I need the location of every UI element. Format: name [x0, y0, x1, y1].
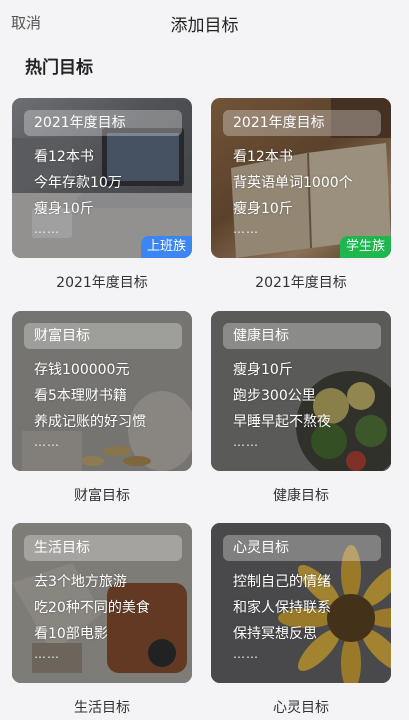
goal-item: 看12本书 — [34, 149, 94, 165]
goal-card[interactable]: 心灵目标 控制自己的情绪 和家人保持联系 保持冥想反思 …… — [211, 523, 391, 683]
goal-item: 看12本书 — [233, 149, 293, 165]
card-caption: 心灵目标 — [273, 700, 329, 716]
card-caption: 健康目标 — [273, 488, 329, 504]
card-caption: 生活目标 — [74, 700, 130, 716]
goal-template-annual-student: 2021年度目标 看12本书 背英语单词1000个 瘦身10斤 …… 学生族 2… — [211, 98, 391, 292]
goal-template-mind: 心灵目标 控制自己的情绪 和家人保持联系 保持冥想反思 …… 心灵目标 — [211, 523, 391, 717]
goal-item: 保持冥想反思 — [233, 626, 317, 642]
card-caption: 2021年度目标 — [255, 275, 347, 291]
goal-item: 养成记账的好习惯 — [34, 414, 146, 430]
goal-card[interactable]: 健康目标 瘦身10斤 跑步300公里 早睡早起不熬夜 …… — [211, 311, 391, 471]
goal-category-chip: 心灵目标 — [223, 535, 381, 561]
card-caption: 2021年度目标 — [56, 275, 148, 291]
card-caption: 财富目标 — [74, 488, 130, 504]
goal-item: 瘦身10斤 — [233, 362, 293, 378]
more-ellipsis: …… — [34, 222, 60, 236]
goal-template-life: 生活目标 去3个地方旅游 吃20种不同的美食 看10部电影 …… 生活目标 — [12, 523, 192, 717]
section-title-popular-goals: 热门目标 — [25, 58, 93, 78]
goal-item: 去3个地方旅游 — [34, 574, 127, 590]
more-ellipsis: …… — [233, 435, 259, 449]
add-goal-page: 取消 添加目标 热门目标 2021年度目标 看12本书 今年存款10万 瘦身10… — [0, 0, 409, 720]
goal-item: 存钱100000元 — [34, 362, 130, 378]
goal-card[interactable]: 财富目标 存钱100000元 看5本理财书籍 养成记账的好习惯 …… — [12, 311, 192, 471]
audience-badge: 学生族 — [339, 236, 391, 258]
goal-card[interactable]: 生活目标 去3个地方旅游 吃20种不同的美食 看10部电影 …… — [12, 523, 192, 683]
goal-item: 早睡早起不熬夜 — [233, 414, 331, 430]
goal-item: 瘦身10斤 — [34, 201, 94, 217]
page-title: 添加目标 — [170, 16, 239, 36]
goal-item: 吃20种不同的美食 — [34, 600, 150, 616]
goal-item: 看5本理财书籍 — [34, 388, 127, 404]
goal-category-chip: 2021年度目标 — [24, 110, 182, 136]
audience-badge: 上班族 — [140, 236, 192, 258]
goal-template-wealth: 财富目标 存钱100000元 看5本理财书籍 养成记账的好习惯 …… 财富目标 — [12, 311, 192, 505]
goal-template-health: 健康目标 瘦身10斤 跑步300公里 早睡早起不熬夜 …… 健康目标 — [211, 311, 391, 505]
goal-item: 控制自己的情绪 — [233, 574, 331, 590]
goal-category-chip: 2021年度目标 — [223, 110, 381, 136]
nav-bar: 取消 添加目标 — [0, 0, 409, 46]
more-ellipsis: …… — [233, 647, 259, 661]
goal-category-chip: 财富目标 — [24, 323, 182, 349]
more-ellipsis: …… — [34, 435, 60, 449]
goal-card[interactable]: 2021年度目标 看12本书 背英语单词1000个 瘦身10斤 …… 学生族 — [211, 98, 391, 258]
more-ellipsis: …… — [34, 647, 60, 661]
goal-item: 跑步300公里 — [233, 388, 316, 404]
goal-category-chip: 健康目标 — [223, 323, 381, 349]
goal-template-annual-worker: 2021年度目标 看12本书 今年存款10万 瘦身10斤 …… 上班族 2021… — [12, 98, 192, 292]
goal-item: 和家人保持联系 — [233, 600, 331, 616]
goal-item: 背英语单词1000个 — [233, 175, 353, 191]
goal-item: 看10部电影 — [34, 626, 108, 642]
goal-item: 瘦身10斤 — [233, 201, 293, 217]
more-ellipsis: …… — [233, 222, 259, 236]
goal-card[interactable]: 2021年度目标 看12本书 今年存款10万 瘦身10斤 …… 上班族 — [12, 98, 192, 258]
goal-category-chip: 生活目标 — [24, 535, 182, 561]
goal-item: 今年存款10万 — [34, 175, 122, 191]
